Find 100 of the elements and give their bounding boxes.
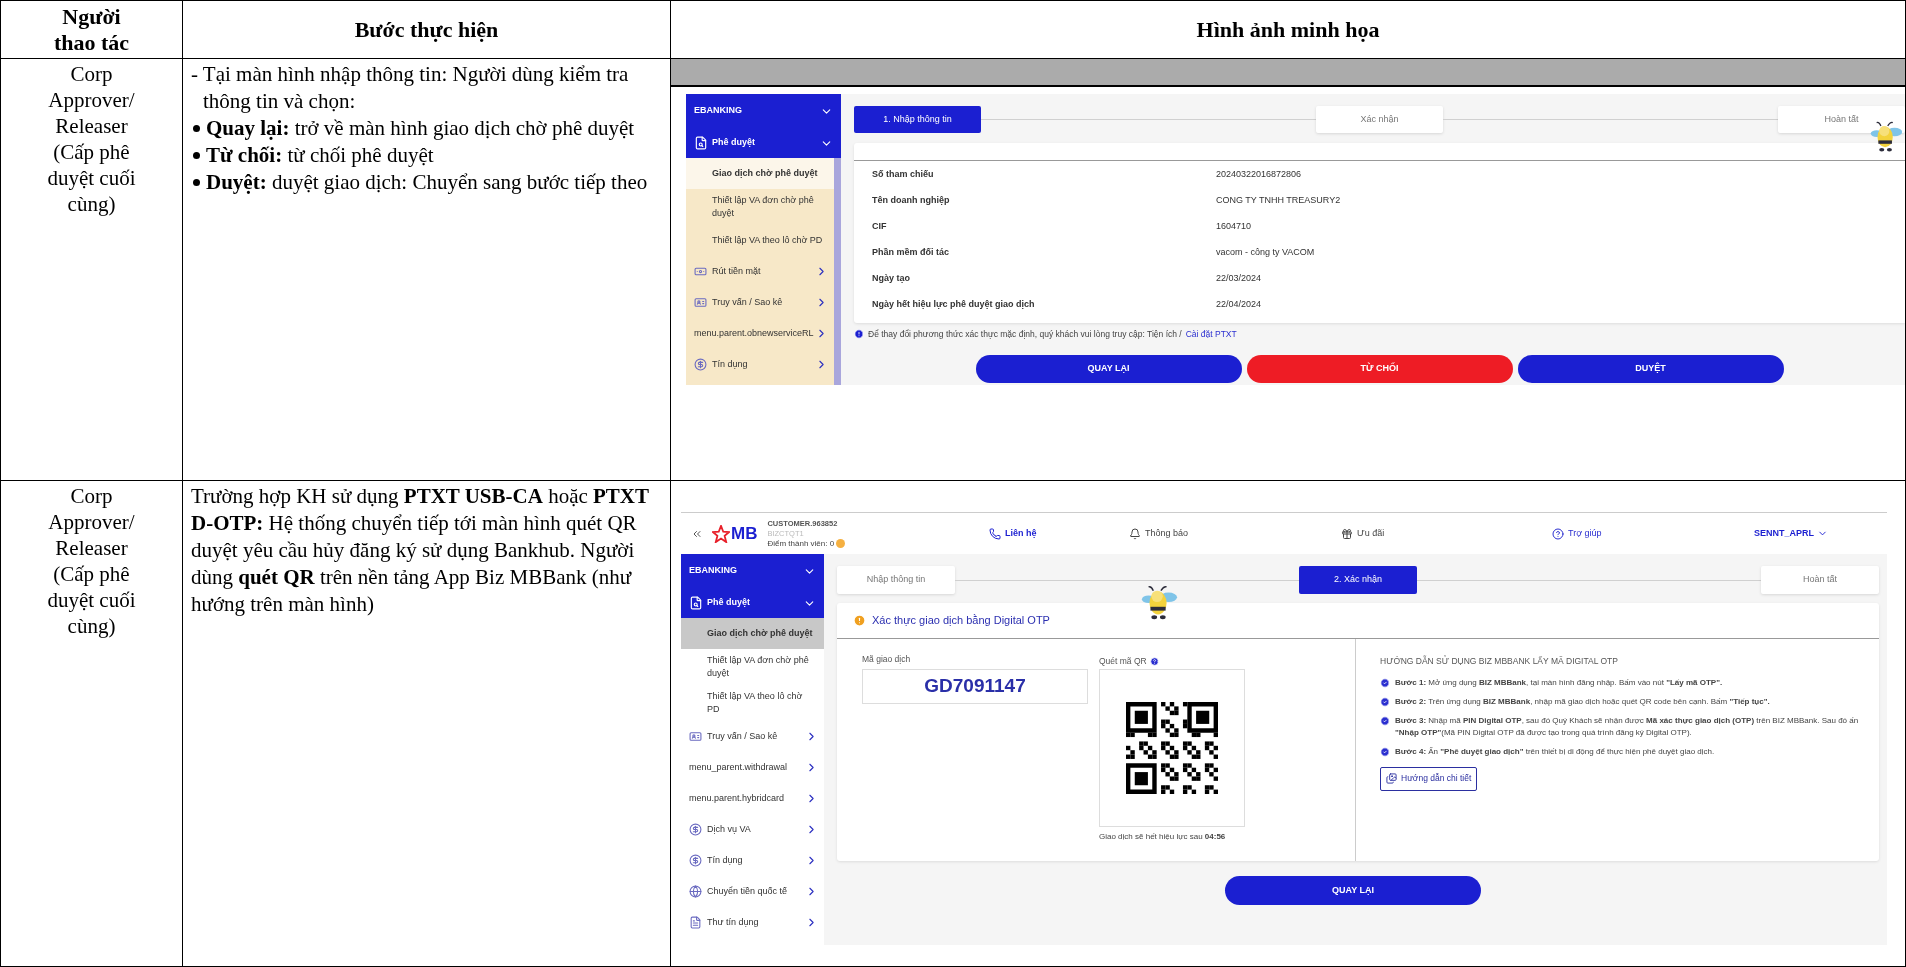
- detail-value: 1604710: [1216, 220, 1253, 232]
- sidebar-item[interactable]: Giao dịch chờ phê duyệt: [681, 618, 824, 649]
- detail-value: vacom - công ty VACOM: [1216, 246, 1316, 258]
- step-tab[interactable]: Xác nhận: [1316, 106, 1443, 133]
- info-icon: [854, 329, 864, 340]
- sidebar-item[interactable]: Giao dịch chờ phê duyệt: [686, 158, 834, 189]
- sidebar-item[interactable]: Dịch vụ VA: [681, 814, 824, 845]
- guide-step: Bước 1: Mở ứng dụng BIZ MBBank, tại màn hình đăng nhập. Bấm vào nút "Lấy mã OTP".: [1395, 676, 1723, 689]
- step-tab[interactable]: Hoàn tất: [1761, 566, 1879, 594]
- bullet-text: Quay lại: trở về màn hình giao dịch chờ phê duyệt: [206, 115, 635, 142]
- sidebar-item[interactable]: Thiết lập VA theo lô chờ PD: [686, 225, 834, 256]
- member-points: Điểm thành viên: 0: [767, 538, 835, 549]
- detail-label: Ngày hết hiệu lực phê duyệt giao dịch: [872, 298, 1036, 310]
- sidebar-item[interactable]: Chuyển tiền quốc tế: [681, 876, 824, 907]
- detail-label: Tên doanh nghiệp: [872, 194, 951, 206]
- action-button[interactable]: QUAY LẠI: [975, 354, 1242, 383]
- step-tab[interactable]: Nhập thông tin: [837, 566, 955, 594]
- sidebar-item[interactable]: menu.parent.hybridcard: [681, 783, 824, 814]
- step-tab[interactable]: Hoàn tất: [1778, 106, 1905, 133]
- images-icon: [1386, 773, 1397, 785]
- action-button[interactable]: QUAY LẠI: [1225, 876, 1481, 905]
- detail-value: 22/03/2024: [1216, 272, 1263, 284]
- id-card-icon: [694, 296, 707, 309]
- guide-step: Bước 2: Trên ứng dụng BIZ MBBank, nhập mã giao dịch hoặc quét QR code bên cạnh. Bấm "Tiếp tục".: [1395, 695, 1770, 708]
- step-text: Trường hợp KH sử dụng PTXT USB-CA hoặc PTXT D-OTP: Hệ thống chuyển tiếp tới màn hình quét QR duyệt yêu cầu hủy đăng ký sử dụng Bankhub. Người dùng quét QR trên nền tảng App Biz MBBank (như hướng trên màn hình): [191, 483, 650, 618]
- globe-icon: [689, 885, 702, 898]
- check-icon: [1380, 746, 1390, 757]
- sidebar-item[interactable]: Truy vấn / Sao kê: [681, 721, 824, 752]
- nav-link[interactable]: Liên hệ: [989, 526, 1037, 541]
- detail-value: 20240322016872806: [1216, 168, 1303, 180]
- detail-label: Phần mềm đối tác: [872, 246, 951, 258]
- nav-link[interactable]: Trợ giúp: [1552, 526, 1602, 541]
- phone-icon: [989, 527, 1001, 540]
- bullet-icon: [193, 152, 200, 159]
- guide-step: Bước 3: Nhập mã PIN Digital OTP, sau đó Quý Khách sẽ nhận được Mã xác thực giao dịch (OTP) trên BIZ MBBank. Sau đó ấn "Nhập OTP"(Mã PIN Digital OTP đã được tạo trong quá trình đăng ký Digital OTP).: [1395, 714, 1867, 739]
- settings-link[interactable]: Cài đặt PTXT: [1185, 328, 1237, 341]
- bell-icon: [1129, 527, 1141, 540]
- logo-text: MB: [731, 522, 758, 545]
- dollar-icon: [694, 358, 707, 371]
- user-menu[interactable]: SENNT_APRL: [1754, 526, 1828, 541]
- warning-icon: [853, 614, 866, 627]
- sidebar-item[interactable]: Thư tín dụng: [681, 907, 824, 938]
- gift-icon: [1341, 527, 1353, 540]
- bullet-text: Từ chối: từ chối phê duyệt: [206, 142, 434, 169]
- column-header: Bước thực hiện: [354, 16, 499, 43]
- coin-icon: [836, 539, 846, 548]
- field-label: Mã giao dịch: [862, 653, 912, 666]
- sidebar-item[interactable]: menu_parent.withdrawal: [681, 752, 824, 783]
- dollar-icon: [689, 854, 702, 867]
- column-header: Hình ảnh minh họa: [1196, 16, 1380, 43]
- star-logo-icon: [712, 524, 730, 543]
- sidebar-item[interactable]: Tín dụng: [686, 349, 834, 380]
- bullet-text: Duyệt: duyệt giao dịch: Chuyển sang bước tiếp theo: [206, 169, 648, 196]
- field-label: Quét mã QR: [1099, 654, 1147, 668]
- help-icon: [1149, 656, 1159, 666]
- step-tab[interactable]: 2. Xác nhận: [1299, 566, 1417, 594]
- sidebar-item[interactable]: Thiết lập VA đơn chờ phê duyệt: [686, 189, 834, 225]
- guide-button[interactable]: Hướng dẫn chi tiết: [1380, 766, 1478, 791]
- id-card-icon: [689, 730, 702, 743]
- expiry-text: Giao dịch sẽ hết hiệu lực sau 04:56: [1099, 831, 1227, 843]
- detail-label: Ngày tạo: [872, 272, 911, 284]
- sidebar-item[interactable]: Thiết lập VA theo lô chờ PD: [681, 685, 824, 721]
- note-text: Để thay đổi phương thức xác thực mặc định, quý khách vui lòng truy cập: Tiện ích /: [868, 328, 1182, 341]
- check-icon: [1380, 677, 1390, 688]
- document-search-icon: [694, 136, 708, 150]
- sidebar-item[interactable]: Tín dụng: [681, 845, 824, 876]
- sidebar-section[interactable]: EBANKING: [681, 554, 824, 588]
- step-tab[interactable]: 1. Nhập thông tin: [854, 106, 981, 133]
- detail-value: 22/04/2024: [1216, 298, 1263, 310]
- help-icon: [1552, 527, 1564, 540]
- sidebar-item[interactable]: menu.parent.obnewserviceRL: [686, 318, 834, 349]
- nav-link[interactable]: Thông báo: [1129, 526, 1189, 541]
- banknote-icon: [694, 265, 707, 278]
- detail-label: Số tham chiếu: [872, 168, 935, 180]
- nav-link[interactable]: Ưu đãi: [1341, 526, 1385, 541]
- column-header: Người thao tác: [52, 3, 131, 56]
- sidebar-section[interactable]: EBANKING: [686, 94, 841, 128]
- actor-text: Corp Approver/ Releaser (Cấp phê duyệt cuối cùng): [46, 483, 137, 640]
- document-search-icon: [689, 596, 703, 610]
- detail-label: CIF: [872, 220, 888, 232]
- guide-step: Bước 4: Ấn "Phê duyệt giao dịch" trên thiết bị di động để thực hiện phê duyệt giao dịch.: [1395, 745, 1715, 758]
- check-icon: [1380, 715, 1390, 726]
- sidebar-group[interactable]: Phê duyệt: [681, 588, 824, 618]
- sidebar-item[interactable]: Truy vấn / Sao kê: [686, 287, 834, 318]
- action-button[interactable]: TỪ CHỐI: [1246, 354, 1513, 383]
- bullet-icon: [193, 125, 200, 132]
- transaction-code: GD7091147: [862, 669, 1088, 704]
- scrollbar[interactable]: [834, 158, 841, 385]
- action-button[interactable]: DUYỆT: [1517, 354, 1784, 383]
- card-title: Xác thực giao dịch bằng Digital OTP: [872, 613, 1050, 629]
- check-icon: [1380, 696, 1390, 707]
- step-text: - Tại màn hình nhập thông tin: Người dùng kiểm tra thông tin và chọn:: [191, 61, 630, 115]
- dollar-icon: [689, 823, 702, 836]
- guide-title: HƯỚNG DẪN SỬ DỤNG BIZ MBBANK LẤY MÃ DIGITAL OTP: [1380, 655, 1619, 668]
- sidebar-item[interactable]: Thiết lập VA đơn chờ phê duyệt: [681, 649, 824, 685]
- bullet-icon: [193, 179, 200, 186]
- sidebar-group[interactable]: Phê duyệt: [686, 128, 841, 158]
- sidebar-item[interactable]: Rút tiền mặt: [686, 256, 834, 287]
- detail-value: CONG TY TNHH TREASURY2: [1216, 194, 1342, 206]
- document-icon: [689, 916, 702, 929]
